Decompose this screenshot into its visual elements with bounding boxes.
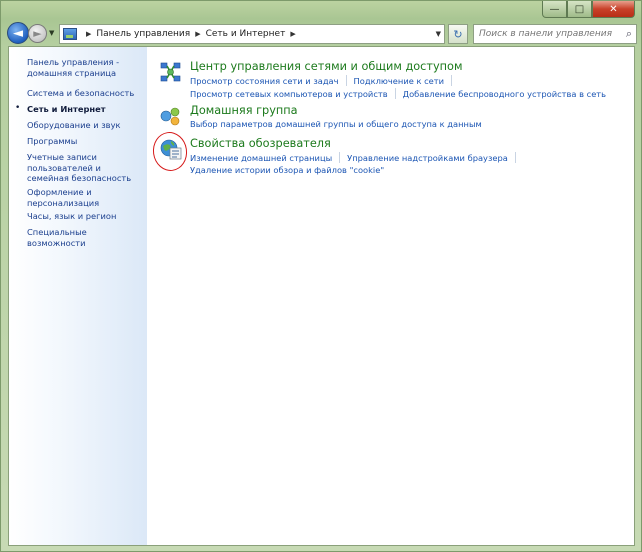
sidebar-item-network-internet: Сеть и Интернет	[27, 104, 106, 114]
refresh-button[interactable]: ↻	[448, 24, 468, 44]
content-area: Панель управления - домашняя страница Си…	[8, 46, 635, 546]
minimize-button[interactable]: —	[542, 1, 567, 18]
link-add-wireless-device[interactable]: Добавление беспроводного устройства в се…	[403, 89, 606, 99]
maximize-button[interactable]: □	[567, 1, 592, 18]
link-view-network-computers[interactable]: Просмотр сетевых компьютеров и устройств	[190, 89, 388, 99]
category-title-homegroup[interactable]: Домашняя группа	[190, 104, 298, 117]
link-separator	[345, 75, 347, 86]
sidebar-item-hardware-sound[interactable]: Оборудование и звук	[27, 120, 143, 131]
breadcrumb-control-panel[interactable]: Панель управления	[96, 29, 190, 39]
link-separator	[394, 88, 396, 99]
category-links-row: Просмотр состояния сети и задач Подключе…	[190, 75, 459, 86]
network-center-icon[interactable]	[159, 60, 183, 84]
sidebar-item-ease-of-access[interactable]: Специальные возможности	[27, 227, 143, 248]
back-arrow-icon: ◄	[13, 25, 23, 41]
sidebar-item-system-security[interactable]: Система и безопасность	[27, 88, 143, 99]
sidebar-item-clock-language[interactable]: Часы, язык и регион	[27, 211, 143, 222]
category-links-row: Выбор параметров домашней группы и общег…	[190, 119, 482, 129]
link-separator	[451, 75, 453, 86]
link-connect-to-network[interactable]: Подключение к сети	[354, 76, 444, 86]
search-box[interactable]: ⌕	[473, 24, 637, 44]
control-panel-window: — □ ✕ ◄ ► ▼ ▶ Панель управления ▶ Сеть и…	[0, 0, 642, 552]
link-homegroup-settings[interactable]: Выбор параметров домашней группы и общег…	[190, 119, 482, 129]
category-title-network-center[interactable]: Центр управления сетями и общим доступом	[190, 60, 462, 73]
sidebar-item-user-accounts[interactable]: Учетные записи пользователей и семейная …	[27, 152, 143, 184]
navigation-bar: ◄ ► ▼ ▶ Панель управления ▶ Сеть и Интер…	[7, 22, 637, 46]
category-links-row: Удаление истории обзора и файлов "cookie…	[190, 165, 384, 175]
link-view-network-status[interactable]: Просмотр состояния сети и задач	[190, 76, 339, 86]
internet-options-icon[interactable]	[159, 137, 183, 161]
sidebar-item-programs[interactable]: Программы	[27, 136, 143, 147]
search-input[interactable]	[474, 29, 619, 39]
address-dropdown-icon[interactable]: ▼	[436, 30, 441, 38]
category-title-internet-options[interactable]: Свойства обозревателя	[190, 137, 331, 150]
close-button[interactable]: ✕	[592, 1, 635, 18]
breadcrumb-separator-icon[interactable]: ▶	[86, 30, 91, 38]
refresh-icon: ↻	[453, 27, 463, 41]
back-button[interactable]: ◄	[7, 22, 29, 44]
link-separator	[339, 152, 341, 163]
active-bullet-icon: •	[15, 103, 21, 113]
search-icon[interactable]: ⌕	[626, 27, 632, 41]
breadcrumb-network-internet[interactable]: Сеть и Интернет	[206, 29, 286, 39]
link-separator	[514, 152, 516, 163]
breadcrumb-separator-icon[interactable]: ▶	[195, 30, 200, 38]
link-delete-browsing-history[interactable]: Удаление истории обзора и файлов "cookie…	[190, 165, 384, 175]
sidebar-item-control-panel-home[interactable]: Панель управления - домашняя страница	[27, 57, 143, 78]
link-change-home-page[interactable]: Изменение домашней страницы	[190, 153, 332, 163]
homegroup-icon[interactable]	[159, 104, 183, 128]
category-links-row: Изменение домашней страницы Управление н…	[190, 152, 523, 163]
forward-button[interactable]: ►	[28, 24, 47, 43]
main-panel: Центр управления сетями и общим доступом…	[150, 47, 634, 545]
sidebar-item-appearance[interactable]: Оформление и персонализация	[27, 187, 143, 208]
sidebar: Панель управления - домашняя страница Си…	[9, 47, 147, 545]
address-bar[interactable]: ▶ Панель управления ▶ Сеть и Интернет ▶ …	[59, 24, 445, 44]
recent-pages-dropdown[interactable]: ▼	[49, 29, 54, 37]
breadcrumb-separator-icon[interactable]: ▶	[290, 30, 295, 38]
control-panel-icon	[63, 28, 77, 40]
forward-arrow-icon: ►	[33, 27, 42, 40]
category-links-row: Просмотр сетевых компьютеров и устройств…	[190, 88, 606, 99]
link-manage-addons[interactable]: Управление надстройками браузера	[347, 153, 508, 163]
caption-buttons: — □ ✕	[542, 1, 635, 18]
